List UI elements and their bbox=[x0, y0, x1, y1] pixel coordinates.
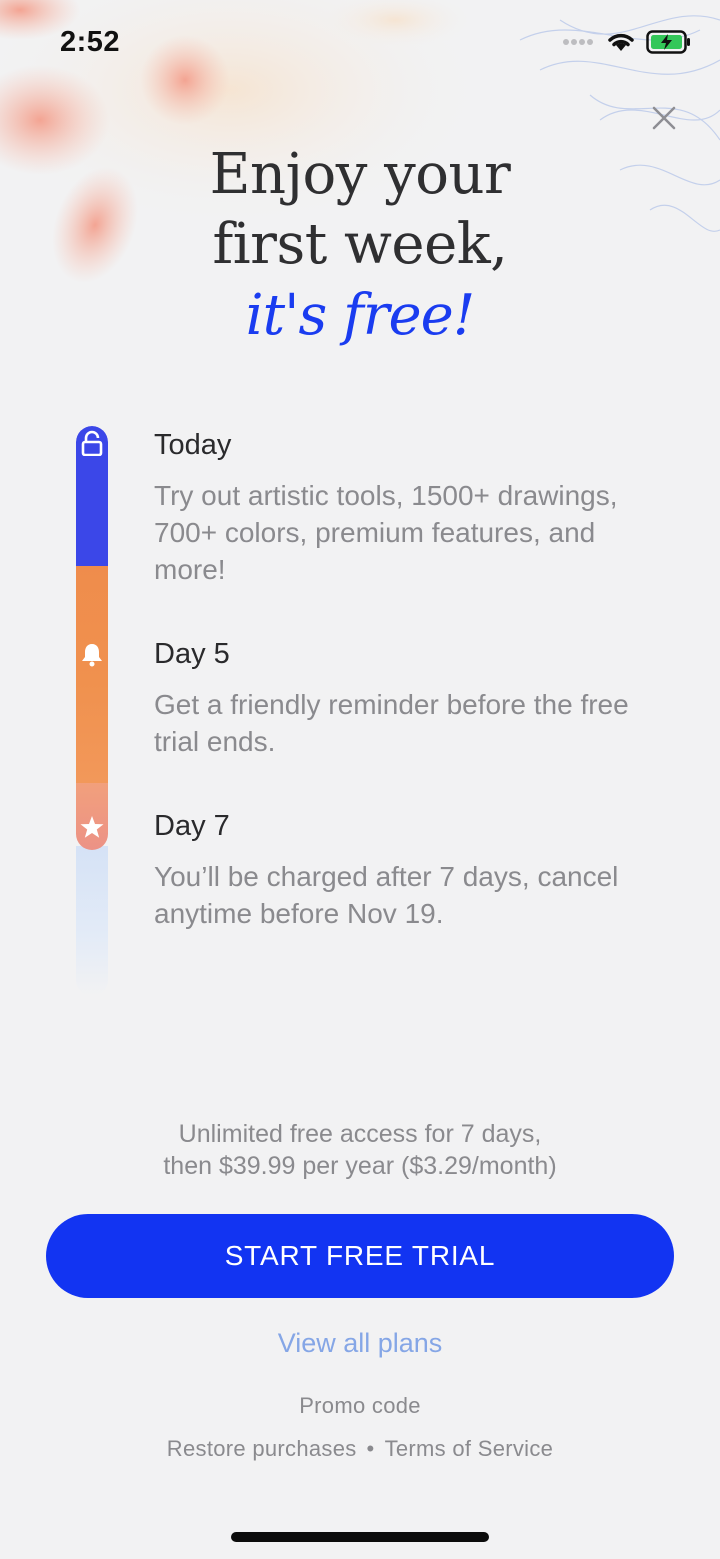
step-description: Try out artistic tools, 1500+ drawings, … bbox=[154, 480, 618, 585]
step-description: You’ll be charged after 7 days, cancel a… bbox=[154, 861, 619, 929]
pricing-text: Unlimited free access for 7 days, then $… bbox=[0, 1118, 720, 1182]
terms-of-service-link[interactable]: Terms of Service bbox=[385, 1436, 554, 1461]
headline-line-1: Enjoy your bbox=[209, 142, 511, 207]
signal-dots-icon bbox=[563, 39, 593, 45]
promo-code-label[interactable]: Promo code bbox=[299, 1393, 421, 1418]
footer-links: Restore purchases • Terms of Service bbox=[0, 1436, 720, 1462]
bell-icon bbox=[82, 644, 102, 667]
timeline-segment-after bbox=[76, 846, 108, 996]
step-title: Day 7 bbox=[154, 810, 230, 842]
trial-timeline bbox=[76, 426, 108, 996]
status-time: 2:52 bbox=[60, 26, 121, 58]
headline-line-2: first week, bbox=[212, 212, 508, 277]
pricing-line-1: Unlimited free access for 7 days, bbox=[178, 1120, 542, 1148]
restore-purchases-link[interactable]: Restore purchases bbox=[167, 1436, 357, 1461]
step-description: Get a friendly reminder before the free … bbox=[154, 689, 629, 757]
timeline-segment-day5 bbox=[76, 558, 108, 783]
timeline-step-day7: Day 7 You’ll be charged after 7 days, ca… bbox=[154, 808, 674, 932]
star-icon bbox=[80, 816, 104, 838]
view-all-plans-link[interactable]: View all plans bbox=[0, 1328, 720, 1359]
timeline-track bbox=[76, 426, 108, 996]
close-icon[interactable] bbox=[646, 100, 682, 136]
link-separator: • bbox=[366, 1436, 375, 1461]
step-title: Today bbox=[154, 429, 232, 461]
timeline-step-day5: Day 5 Get a friendly reminder before the… bbox=[154, 636, 674, 760]
wifi-icon bbox=[608, 33, 634, 51]
status-bar: 2:52 bbox=[0, 0, 720, 90]
headline: Enjoy your first week, it's free! bbox=[0, 140, 720, 352]
battery-charging-icon bbox=[646, 30, 690, 54]
status-icons bbox=[562, 30, 692, 54]
start-free-trial-button[interactable]: START FREE TRIAL bbox=[46, 1214, 674, 1298]
paywall-screen: 2:52 Enjoy your first week, it's free! T… bbox=[0, 0, 720, 1559]
home-indicator bbox=[231, 1532, 489, 1542]
headline-accent: it's free! bbox=[245, 283, 476, 348]
step-title: Day 5 bbox=[154, 638, 230, 670]
unlock-icon bbox=[81, 430, 103, 456]
timeline-step-today: Today Try out artistic tools, 1500+ draw… bbox=[154, 427, 674, 588]
promo-code-link: Promo code bbox=[0, 1393, 720, 1419]
pricing-line-2: then $39.99 per year ($3.29/month) bbox=[163, 1152, 557, 1180]
